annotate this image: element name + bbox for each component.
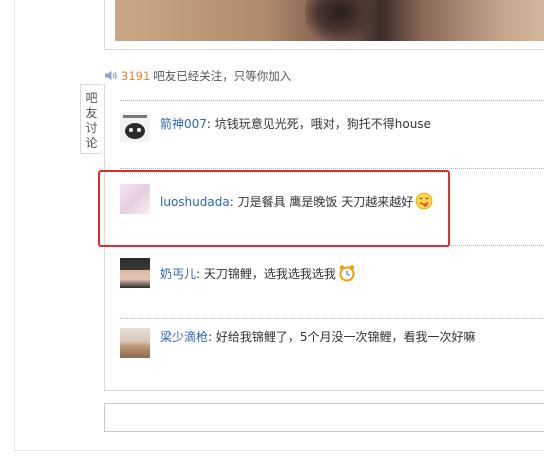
comment-body: 箭神007: 坑钱玩意见光死，哦对，狗托不得house: [160, 116, 431, 132]
speaker-icon: [104, 69, 118, 85]
avatar[interactable]: [120, 112, 150, 142]
comment-body: 梁少滴枪: 好给我锦鲤了，5个月没一次锦鲤，看我一次好嘛: [160, 329, 476, 345]
side-tab-char: 讨: [85, 121, 98, 135]
comment-item: 奶丐儿: 天刀锦鲤，选我选我选我: [120, 258, 544, 292]
highlight-box: [98, 170, 450, 247]
comment-separator: [120, 318, 544, 319]
comment-separator: [120, 100, 544, 101]
avatar[interactable]: [120, 328, 150, 358]
reply-input[interactable]: [104, 403, 544, 432]
alarm-clock-emoji-icon: [338, 264, 356, 286]
comment-separator-colon: :: [206, 117, 211, 131]
comment-item: 梁少滴枪: 好给我锦鲤了，5个月没一次锦鲤，看我一次好嘛: [120, 328, 544, 362]
comment-separator-colon: :: [196, 267, 201, 281]
avatar[interactable]: [120, 258, 150, 288]
follow-stats: 3191 吧友已经关注，只等你加入: [104, 68, 291, 84]
comment-separator-colon: :: [208, 330, 213, 344]
side-tab-discussion[interactable]: 吧 友 讨 论: [80, 84, 102, 154]
comment-username[interactable]: 奶丐儿: [160, 267, 196, 281]
page-left-border: [14, 0, 15, 450]
comment-text: 坑钱玩意见光死，哦对，狗托不得house: [214, 117, 431, 131]
comment-text: 天刀锦鲤，选我选我选我: [203, 267, 336, 281]
comment-text: 好给我锦鲤了，5个月没一次锦鲤，看我一次好嘛: [215, 330, 476, 344]
banner-figure: [305, 0, 375, 41]
comment-username[interactable]: 箭神007: [160, 117, 207, 131]
follower-count: 3191: [121, 69, 151, 83]
follow-message: 吧友已经关注，只等你加入: [153, 69, 292, 83]
page-bottom-border: [14, 450, 544, 451]
side-tab-char: 吧: [85, 91, 98, 105]
comment-item: 箭神007: 坑钱玩意见光死，哦对，狗托不得house: [120, 112, 544, 146]
comment-body: 奶丐儿: 天刀锦鲤，选我选我选我: [160, 264, 356, 286]
side-tab-char: 友: [85, 106, 98, 120]
comment-separator: [120, 168, 544, 169]
side-tab-char: 论: [85, 136, 98, 150]
comment-username[interactable]: 梁少滴枪: [160, 330, 208, 344]
